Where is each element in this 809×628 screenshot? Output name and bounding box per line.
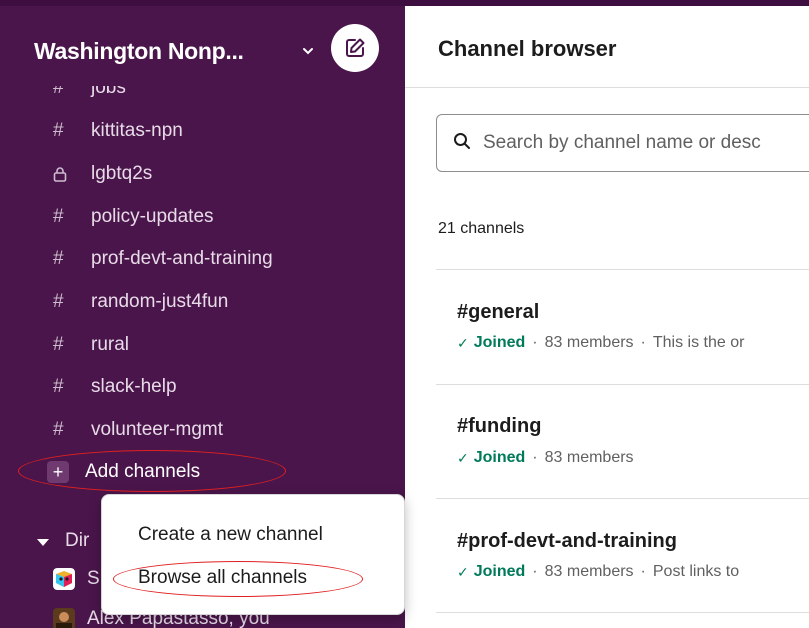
channel-label: volunteer-mgmt [91,419,223,440]
add-channels-button[interactable]: + Add channels [47,457,200,487]
channel-card-meta: ✓ Joined · 83 members [457,449,634,467]
plus-icon: + [47,461,69,483]
sidebar-channel-rural[interactable]: # rural [53,330,129,360]
separator: · [532,563,538,580]
dm-section-label: Dir [65,530,90,551]
hash-icon: # [53,419,64,440]
divider [436,612,809,613]
channel-label: rural [91,334,130,355]
check-icon: ✓ [457,334,469,351]
separator: · [640,563,646,580]
divider [436,498,809,499]
joined-status: Joined [473,449,526,466]
hash-icon: # [53,291,64,312]
sidebar-channel-random-just4fun[interactable]: # random-just4fun [53,287,228,317]
direct-messages-section-toggle[interactable]: Dir [37,526,89,556]
channel-label: kittitas-npn [91,120,183,141]
sidebar-channel-policy-updates[interactable]: # policy-updates [53,202,214,232]
slackbot-icon [53,568,75,590]
divider [405,87,809,88]
channel-card-name[interactable]: #funding [457,415,541,438]
channel-description: Post links to [652,563,740,580]
page-title: Channel browser [438,36,617,61]
separator: · [640,334,646,351]
joined-status: Joined [473,334,526,351]
channel-label: slack-help [91,376,177,397]
member-count: 83 members [544,563,634,580]
channel-count: 21 channels [438,220,525,237]
sidebar-channel-kittitas-npn[interactable]: # kittitas-npn [53,116,183,146]
add-channels-menu: Create a new channel Browse all channels [101,494,405,615]
search-placeholder: Search by channel name or desc [483,132,761,153]
channel-card-name[interactable]: #prof-devt-and-training [457,530,677,553]
check-icon: ✓ [457,563,469,580]
add-channels-label: Add channels [85,461,201,482]
sidebar-channel-volunteer-mgmt[interactable]: # volunteer-mgmt [53,415,223,445]
dm-name: S [87,568,100,589]
channel-browser-panel: Channel browser Search by channel name o… [405,0,809,628]
sidebar-channel-lgbtq2s[interactable]: lgbtq2s [53,159,152,189]
check-icon: ✓ [457,449,469,466]
member-count: 83 members [544,334,634,351]
menu-item-create-channel[interactable]: Create a new channel [138,524,323,546]
channel-card-name[interactable]: #general [457,301,539,324]
compose-button[interactable] [331,24,379,72]
hash-icon: # [53,248,64,269]
top-bar [405,0,809,6]
channel-label: policy-updates [91,206,214,227]
channel-label: lgbtq2s [91,163,153,184]
dm-item-slackbot[interactable]: S [53,566,100,592]
workspace-name[interactable]: Washington Nonp... [34,38,244,65]
sidebar-channel-slack-help[interactable]: # slack-help [53,372,177,402]
hash-icon: # [53,376,64,397]
member-count: 83 members [544,449,634,466]
divider [436,269,809,270]
menu-item-browse-channels[interactable]: Browse all channels [138,567,307,589]
hash-icon: # [53,206,64,227]
separator: · [532,334,538,351]
channel-description: This is the or [652,334,745,351]
sidebar-channel-prof-devt-and-training[interactable]: # prof-devt-and-training [53,244,273,274]
channel-label: random-just4fun [91,291,229,312]
caret-down-icon [37,538,49,546]
lock-icon [53,166,91,182]
chevron-down-icon[interactable] [302,44,314,56]
hash-icon: # [53,334,64,355]
search-input[interactable]: Search by channel name or desc [436,114,809,172]
hash-icon: # [53,120,64,141]
search-icon [453,132,471,155]
divider [436,384,809,385]
workspace-header: Washington Nonp... [0,6,405,86]
joined-status: Joined [473,563,526,580]
separator: · [532,449,538,466]
person-avatar [53,608,75,628]
compose-icon [346,38,365,57]
channel-label: prof-devt-and-training [91,248,273,269]
channel-card-meta: ✓ Joined · 83 members · This is the or [457,334,744,352]
channel-card-meta: ✓ Joined · 83 members · Post links to [457,563,739,581]
